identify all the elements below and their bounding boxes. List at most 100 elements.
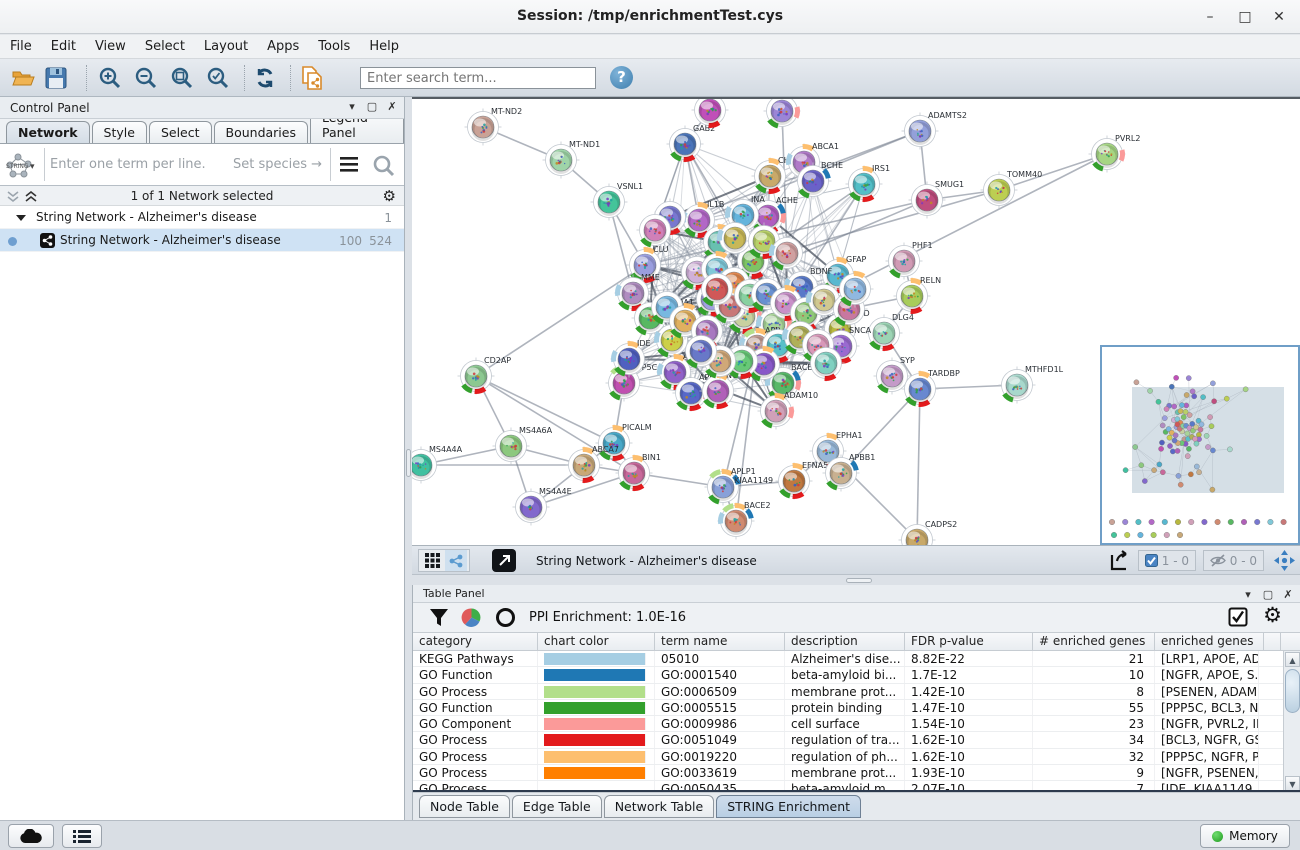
zoom-selected-icon[interactable]	[204, 65, 232, 91]
hidden-count-badge[interactable]: 0 - 0	[1203, 550, 1264, 571]
network-node[interactable]: ADAMTS2	[902, 111, 967, 150]
menu-edit[interactable]: Edit	[51, 39, 76, 54]
menu-tools[interactable]: Tools	[318, 39, 350, 54]
tab-node-table[interactable]: Node Table	[419, 795, 510, 818]
string-dropdown-caret-icon[interactable]: ▾	[30, 162, 35, 172]
vertical-splitter-handle[interactable]	[406, 449, 411, 477]
task-history-button[interactable]	[62, 824, 102, 848]
network-node[interactable]: ABCA7	[566, 445, 619, 484]
open-session-icon[interactable]	[10, 65, 38, 91]
tab-style[interactable]: Style	[92, 121, 147, 143]
panel-close-icon[interactable]: ✗	[1282, 588, 1294, 601]
cloud-tasks-button[interactable]	[8, 824, 54, 848]
horizontal-splitter[interactable]	[412, 574, 1300, 585]
birdseye-view[interactable]	[1100, 345, 1300, 545]
network-node[interactable]	[764, 99, 801, 130]
network-node[interactable]: APLP1	[705, 467, 756, 506]
scrollbar-thumb[interactable]	[1285, 669, 1300, 713]
menu-view[interactable]: View	[95, 39, 126, 54]
grid-view-icon[interactable]	[419, 553, 445, 568]
memory-button[interactable]: Memory	[1200, 824, 1290, 848]
network-manager-gear-icon[interactable]: ⚙	[383, 187, 396, 205]
network-node[interactable]: PVRL2	[1089, 134, 1141, 173]
network-node[interactable]: PHF1	[886, 241, 933, 280]
menu-help[interactable]: Help	[369, 39, 399, 54]
share-view-icon[interactable]	[445, 550, 467, 571]
select-columns-icon[interactable]	[1228, 607, 1248, 627]
menu-apps[interactable]: Apps	[267, 39, 299, 54]
navigator-icon[interactable]	[1273, 549, 1296, 576]
tab-network-table[interactable]: Network Table	[604, 795, 715, 818]
table-row[interactable]: GO ComponentGO:0009986cell surface1.54E-…	[413, 716, 1300, 732]
export-network-icon[interactable]	[1108, 549, 1132, 576]
tab-boundaries[interactable]: Boundaries	[214, 121, 308, 143]
table-row[interactable]: KEGG Pathways05010Alzheimer's dise...8.8…	[413, 651, 1300, 667]
network-node[interactable]: BACE2	[718, 501, 771, 540]
save-session-icon[interactable]	[42, 65, 70, 91]
scroll-down-icon[interactable]: ▼	[1285, 776, 1300, 791]
string-search-icon[interactable]	[372, 154, 396, 178]
species-selector[interactable]: Set species →	[233, 157, 322, 172]
network-node[interactable]: DLG4	[866, 313, 914, 352]
zoom-out-icon[interactable]	[132, 65, 160, 91]
table-scrollbar[interactable]: ▲ ▼	[1283, 651, 1300, 792]
help-icon[interactable]: ?	[610, 66, 633, 89]
panel-close-icon[interactable]: ✗	[386, 100, 398, 113]
network-node[interactable]: MTHFD1L	[999, 365, 1064, 404]
enrichment-table[interactable]: KEGG Pathways05010Alzheimer's dise...8.8…	[413, 651, 1300, 792]
network-node[interactable]: MS4A6A	[493, 426, 553, 465]
menu-layout[interactable]: Layout	[204, 39, 248, 54]
table-row[interactable]: GO FunctionGO:0005515protein binding1.47…	[413, 700, 1300, 716]
network-node[interactable]: RELN	[894, 276, 942, 315]
vertical-splitter[interactable]	[405, 97, 412, 820]
network-node[interactable]: SMUG1	[909, 180, 965, 219]
tab-network[interactable]: Network	[6, 121, 90, 143]
ring-chart-icon[interactable]	[495, 607, 516, 628]
table-row[interactable]: GO ProcessGO:0050435beta-amyloid m...2.0…	[413, 781, 1300, 792]
close-button[interactable]: ✕	[1264, 6, 1294, 28]
clone-network-icon[interactable]	[298, 65, 326, 91]
horizontal-splitter-handle[interactable]	[846, 578, 872, 583]
table-row[interactable]: GO ProcessGO:0051049regulation of tra...…	[413, 732, 1300, 748]
menu-select[interactable]: Select	[145, 39, 185, 54]
table-settings-gear-icon[interactable]: ⚙	[1263, 603, 1282, 627]
table-column-header[interactable]: category chart color term name descripti…	[413, 632, 1300, 651]
scroll-up-icon[interactable]: ▲	[1285, 652, 1300, 667]
zoom-in-icon[interactable]	[96, 65, 124, 91]
zoom-fit-icon[interactable]	[168, 65, 196, 91]
network-node[interactable]: IRS1	[846, 164, 891, 203]
open-full-view-icon[interactable]	[492, 549, 516, 572]
tree-expand-icon[interactable]	[16, 214, 26, 222]
network-row-selected[interactable]: String Network - Alzheimer's disease 100…	[0, 229, 404, 252]
network-node[interactable]: EFNA5	[776, 461, 829, 500]
panel-float-icon[interactable]: ▢	[366, 100, 378, 113]
table-row[interactable]: GO ProcessGO:0033619membrane prot...1.93…	[413, 765, 1300, 781]
string-query-input[interactable]: Enter one term per line.	[50, 157, 206, 172]
string-options-icon[interactable]	[338, 154, 360, 174]
network-node[interactable]: VSNL1	[591, 182, 644, 221]
filter-icon[interactable]	[429, 608, 449, 627]
tab-select[interactable]: Select	[149, 121, 212, 143]
network-collection-row[interactable]: String Network - Alzheimer's disease 1	[0, 206, 404, 229]
network-node[interactable]: MS4A4E	[513, 487, 572, 526]
table-row[interactable]: GO ProcessGO:0006509membrane prot...1.42…	[413, 684, 1300, 700]
birdseye-viewport[interactable]	[1132, 387, 1284, 493]
network-node[interactable]: GAB2	[667, 124, 716, 163]
panel-menu-icon[interactable]: ▾	[346, 100, 358, 113]
network-node[interactable]: MT-ND1	[543, 140, 601, 179]
pie-chart-icon[interactable]	[461, 607, 482, 628]
panel-menu-icon[interactable]: ▾	[1242, 588, 1254, 601]
network-node[interactable]: CADPS2	[899, 520, 958, 545]
refresh-icon[interactable]	[251, 65, 279, 91]
minimize-button[interactable]: –	[1195, 6, 1225, 28]
tab-edge-table[interactable]: Edge Table	[512, 795, 602, 818]
search-input[interactable]	[360, 67, 596, 89]
table-row[interactable]: GO FunctionGO:0001540beta-amyloid bi...1…	[413, 667, 1300, 683]
selected-count-badge[interactable]: 1 - 0	[1138, 550, 1196, 571]
node-label: ADAM10	[784, 391, 818, 400]
tab-string-enrichment[interactable]: STRING Enrichment	[716, 795, 861, 818]
menu-file[interactable]: File	[10, 39, 32, 54]
table-row[interactable]: GO ProcessGO:0019220regulation of ph...1…	[413, 749, 1300, 765]
panel-float-icon[interactable]: ▢	[1262, 588, 1274, 601]
maximize-button[interactable]: □	[1230, 6, 1260, 28]
